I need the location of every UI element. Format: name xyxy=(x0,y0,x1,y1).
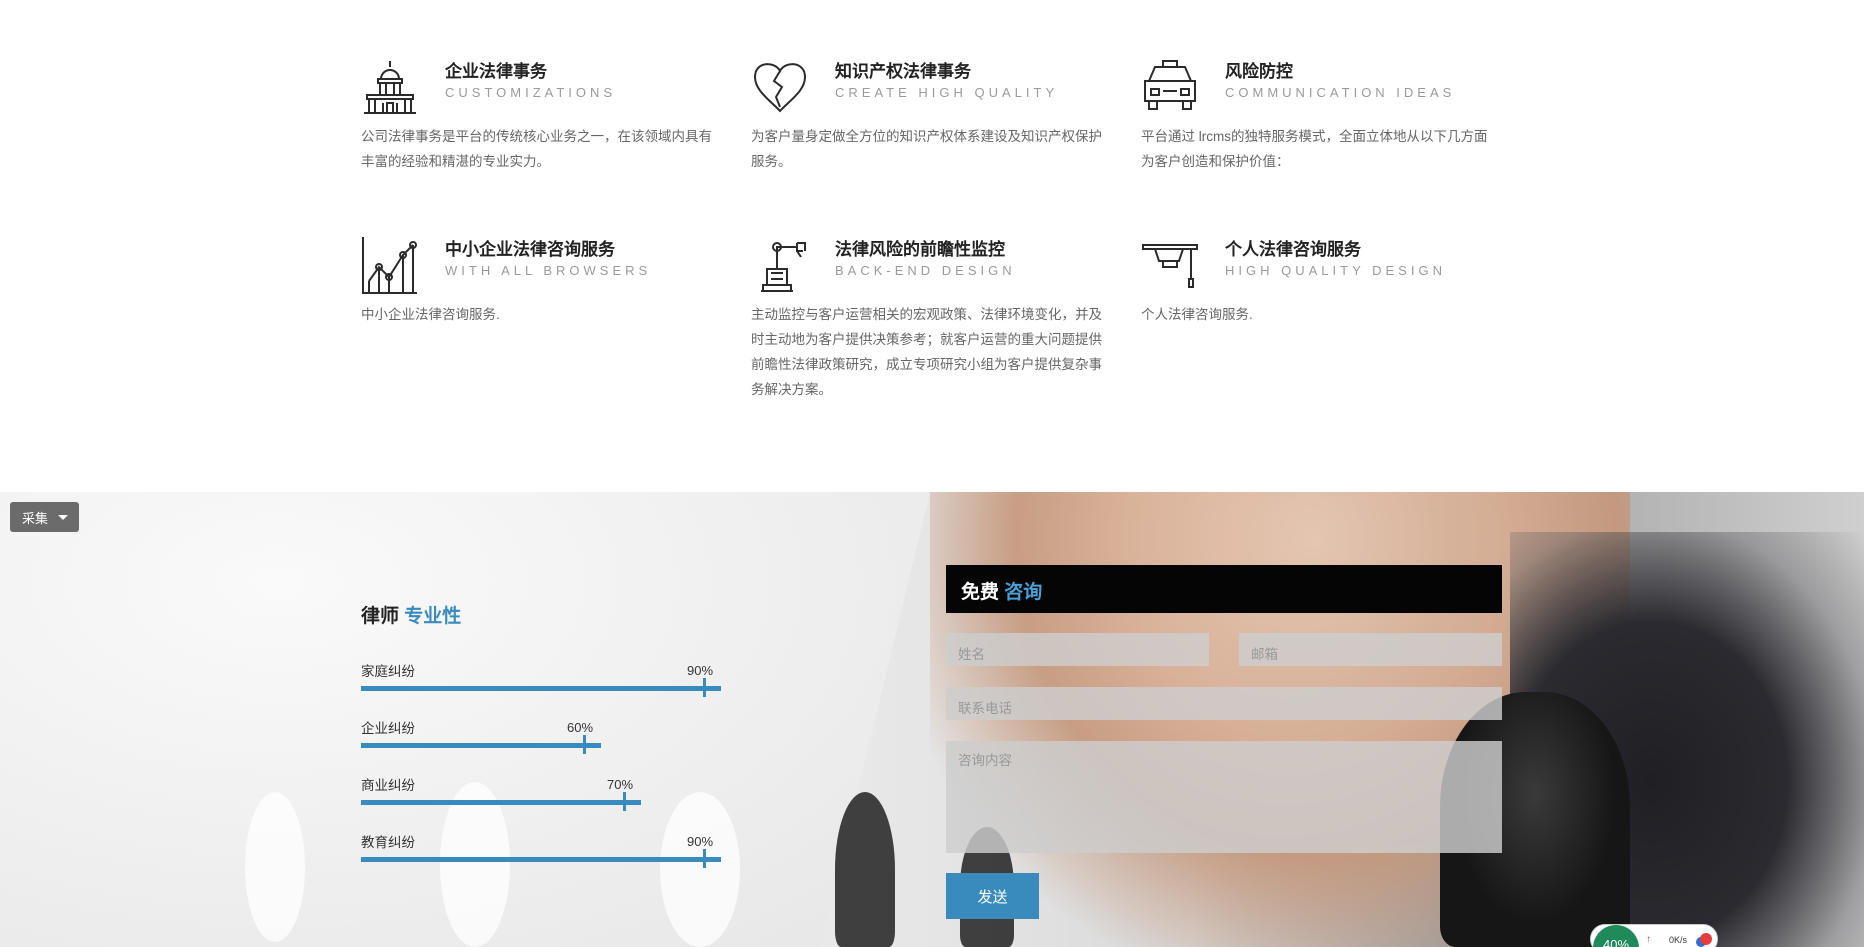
robot-arm-icon xyxy=(751,235,809,295)
name-input[interactable]: 姓名 xyxy=(946,633,1209,666)
consult-title-accent: 咨询 xyxy=(1004,582,1043,603)
service-description: 个人法律咨询服务. xyxy=(1141,307,1253,322)
skill-bar: 教育纠纷 90% xyxy=(361,831,761,871)
consult-form-header: 免费 咨询 xyxy=(946,565,1502,613)
capitol-building-icon xyxy=(361,57,419,117)
skill-percent: 90% xyxy=(687,834,714,849)
skill-progress-marker xyxy=(703,849,706,868)
service-subtitle: BACK-END DESIGN xyxy=(835,263,1016,278)
skill-label: 教育纠纷 xyxy=(361,835,415,850)
service-description: 公司法律事务是平台的传统核心业务之一，在该领域内具有丰富的经验和精湛的专业实力。 xyxy=(361,129,712,169)
collect-dropdown-button[interactable]: 采集 xyxy=(10,502,79,532)
background-pawn-silhouette xyxy=(245,792,305,942)
network-monitor-widget[interactable]: 40% ↑ 0K/s xyxy=(1590,924,1718,947)
skill-label: 家庭纠纷 xyxy=(361,664,415,679)
taxi-car-icon xyxy=(1141,57,1199,117)
name-input-placeholder: 姓名 xyxy=(958,647,985,662)
service-description: 中小企业法律咨询服务. xyxy=(361,307,500,322)
service-title: 风险防控 xyxy=(1225,62,1293,81)
skill-label: 企业纠纷 xyxy=(361,721,415,736)
caret-down-icon xyxy=(58,514,69,520)
skill-progress-marker xyxy=(703,678,706,697)
service-title: 个人法律咨询服务 xyxy=(1225,240,1361,259)
consult-form-title: 免费 咨询 xyxy=(961,577,1042,604)
skill-bar: 商业纠纷 70% xyxy=(361,774,761,814)
service-subtitle: CREATE HIGH QUALITY xyxy=(835,85,1059,100)
graduation-cap-icon xyxy=(1141,235,1199,295)
service-description: 主动监控与客户运营相关的宏观政策、法律环境变化，并及时主动地为客户提供决策参考；… xyxy=(751,307,1102,397)
service-subtitle: COMMUNICATION IDEAS xyxy=(1225,85,1456,100)
chess-background-image xyxy=(0,492,1864,947)
skill-progress-marker xyxy=(623,792,626,811)
email-input-placeholder: 邮箱 xyxy=(1251,647,1278,662)
phone-input-placeholder: 联系电话 xyxy=(958,701,1012,716)
network-usage-gauge: 40% xyxy=(1593,925,1639,947)
collect-button-label: 采集 xyxy=(22,510,49,526)
service-title: 企业法律事务 xyxy=(445,62,547,81)
service-subtitle: CUSTOMIZATIONS xyxy=(445,85,617,100)
consult-content-textarea[interactable]: 咨询内容 xyxy=(946,741,1502,853)
service-title: 知识产权法律事务 xyxy=(835,62,971,81)
skill-progress-fill xyxy=(361,857,721,862)
skill-progress-marker xyxy=(583,735,586,754)
network-speed: 0K/s xyxy=(1669,935,1688,945)
skills-heading-accent: 专业性 xyxy=(404,606,462,627)
skills-heading-prefix: 律师 xyxy=(361,606,400,627)
upload-arrow-icon: ↑ xyxy=(1646,934,1651,945)
send-button[interactable]: 发送 xyxy=(946,873,1039,919)
skill-bar: 企业纠纷 60% xyxy=(361,717,761,757)
service-description: 平台通过 lrcms的独特服务模式，全面立体地从以下几方面为客户创造和保护价值： xyxy=(1141,129,1488,169)
skills-heading: 律师 专业性 xyxy=(361,601,461,628)
line-chart-icon xyxy=(361,235,419,295)
service-title: 法律风险的前瞻性监控 xyxy=(835,240,1005,259)
consult-content-placeholder: 咨询内容 xyxy=(958,753,1012,768)
skill-bar: 家庭纠纷 90% xyxy=(361,660,761,700)
skill-progress-fill xyxy=(361,743,601,748)
status-dot-icon xyxy=(1700,933,1712,945)
email-input[interactable]: 邮箱 xyxy=(1239,633,1502,666)
skill-percent: 90% xyxy=(687,663,714,678)
service-subtitle: HIGH QUALITY DESIGN xyxy=(1225,263,1446,278)
chess-pawn xyxy=(835,792,895,947)
skill-percent: 70% xyxy=(607,777,634,792)
broken-heart-icon xyxy=(751,57,809,117)
skill-label: 商业纠纷 xyxy=(361,778,415,793)
skill-progress-fill xyxy=(361,800,641,805)
skill-percent: 60% xyxy=(567,720,594,735)
service-title: 中小企业法律咨询服务 xyxy=(445,240,615,259)
phone-input[interactable]: 联系电话 xyxy=(946,687,1502,720)
service-subtitle: WITH ALL BROWSERS xyxy=(445,263,652,278)
service-description: 为客户量身定做全方位的知识产权体系建设及知识产权保护服务。 xyxy=(751,129,1102,169)
consult-title-prefix: 免费 xyxy=(961,582,1000,603)
skill-progress-fill xyxy=(361,686,721,691)
